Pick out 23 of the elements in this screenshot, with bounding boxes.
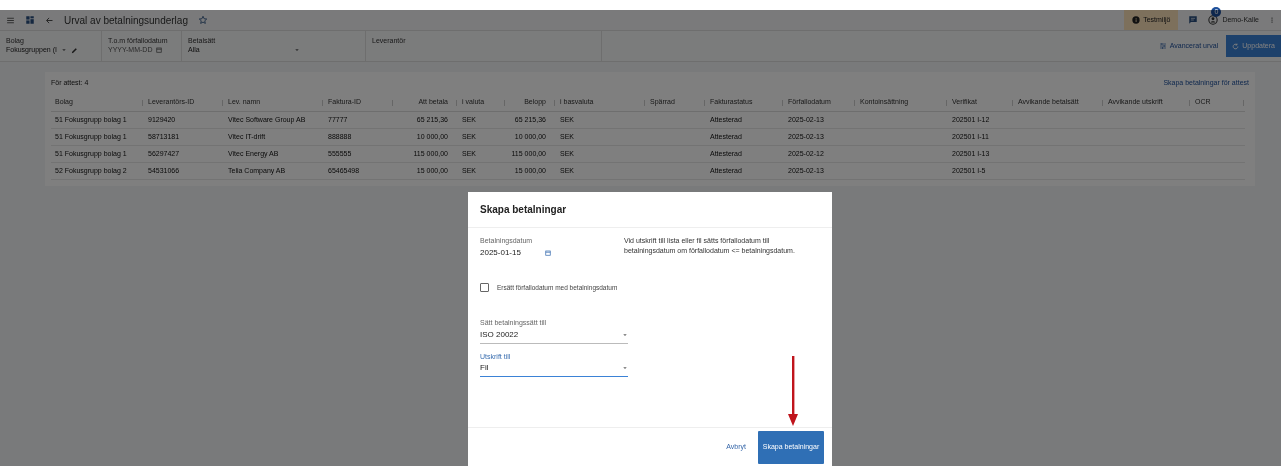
user-icon[interactable] [1208,15,1219,25]
select-field[interactable]: ISO 20022 [480,328,628,344]
refresh-icon [1232,42,1240,50]
pencil-icon[interactable] [71,46,78,54]
dropdown-caret-icon [622,331,628,338]
dropdown-caret-icon[interactable] [61,47,67,54]
sliders-icon [1158,42,1167,50]
menu-icon[interactable] [6,15,15,25]
grid-icon[interactable] [25,15,35,25]
dropdown-caret-icon [622,365,628,372]
dialog-title: Skapa betalningar [468,192,832,228]
checkbox[interactable] [480,282,489,292]
star-icon[interactable] [197,15,208,25]
dropdown-caret-icon[interactable] [293,47,300,54]
chat-icon[interactable] [1188,15,1199,25]
back-arrow-icon[interactable] [45,15,54,25]
arrow-annotation [788,356,798,426]
calendar-icon[interactable] [544,249,551,256]
calendar-icon[interactable] [156,47,163,54]
page-title: Urval av betalningsunderlag [64,13,188,28]
select-field[interactable]: Fil [480,362,628,378]
date-field[interactable]: 2025-01-15 [480,246,521,259]
info-icon [1132,16,1141,24]
